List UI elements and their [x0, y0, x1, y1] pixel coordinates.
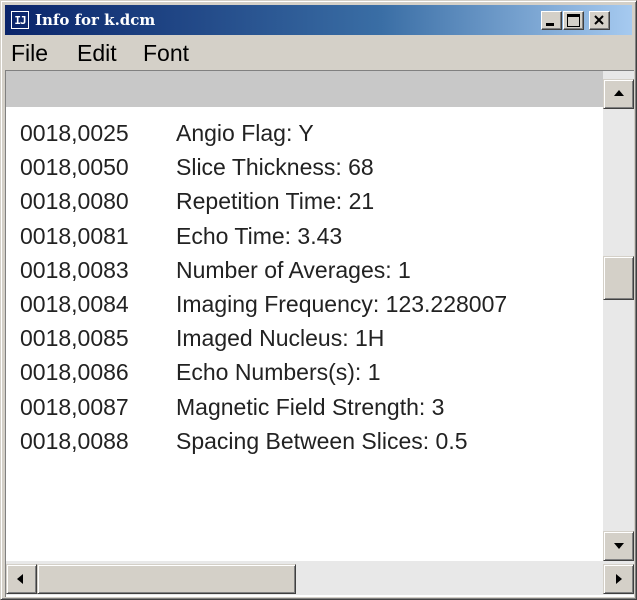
- dicom-tag: 0018,0083: [20, 256, 129, 283]
- scroll-up-button[interactable]: [603, 79, 634, 109]
- dicom-value: Spacing Between Slices: 0.5: [176, 427, 468, 454]
- arrow-up-icon: [614, 90, 624, 96]
- horizontal-scroll-thumb[interactable]: [37, 564, 296, 594]
- list-item[interactable]: 0018,0084 Imaging Frequency: 123.228007: [6, 287, 603, 321]
- close-button[interactable]: [589, 11, 610, 30]
- dicom-value: Slice Thickness: 68: [176, 154, 374, 181]
- dicom-tag: 0018,0025: [20, 120, 129, 146]
- arrow-left-icon: [17, 574, 23, 584]
- dicom-tag: 0018,0050: [20, 154, 129, 181]
- dicom-tag: 0018,0081: [20, 222, 129, 249]
- list-item[interactable]: 0018,0025 Angio Flag: Y: [6, 116, 603, 150]
- dicom-tag: 0018,0084: [20, 290, 129, 317]
- menu-bar: File Edit Font: [5, 37, 632, 67]
- list-item[interactable]: 0018,0080 Repetition Time: 21: [6, 184, 603, 218]
- arrow-down-icon: [614, 543, 624, 549]
- horizontal-scrollbar[interactable]: [6, 561, 634, 595]
- dicom-value: Echo Numbers(s): 1: [176, 359, 381, 386]
- scroll-left-button[interactable]: [6, 564, 37, 594]
- imagej-app-icon: IJ: [11, 11, 29, 29]
- vertical-scroll-thumb[interactable]: [603, 256, 634, 300]
- dicom-value: Imaged Nucleus: 1H: [176, 325, 385, 352]
- info-window: IJ Info for k.dcm File Edit Font 0018,00…: [0, 0, 637, 600]
- vertical-scrollbar[interactable]: [603, 71, 634, 561]
- list-item[interactable]: 0018,0085 Imaged Nucleus: 1H: [6, 321, 603, 355]
- menu-font[interactable]: Font: [143, 40, 189, 67]
- dicom-value: Angio Flag: Y: [176, 120, 314, 146]
- dicom-tag: 0018,0085: [20, 325, 129, 352]
- dicom-tag: 0018,0088: [20, 427, 129, 454]
- info-list-panel: 0018,0025 Angio Flag: Y 0018,0050 Slice …: [5, 70, 634, 597]
- dicom-tag: 0018,0080: [20, 188, 129, 215]
- dicom-value: Number of Averages: 1: [176, 256, 411, 283]
- dicom-tag-list: 0018,0025 Angio Flag: Y 0018,0050 Slice …: [6, 116, 603, 458]
- list-item[interactable]: 0018,0083 Number of Averages: 1: [6, 253, 603, 287]
- arrow-right-icon: [616, 574, 622, 584]
- list-header: [6, 71, 603, 107]
- close-icon: [594, 15, 604, 25]
- scroll-right-button[interactable]: [603, 564, 634, 594]
- window-title: Info for k.dcm: [35, 11, 156, 29]
- list-item[interactable]: 0018,0086 Echo Numbers(s): 1: [6, 355, 603, 389]
- scroll-down-button[interactable]: [603, 531, 634, 561]
- title-bar[interactable]: IJ Info for k.dcm: [5, 5, 632, 35]
- dicom-tag: 0018,0087: [20, 393, 129, 420]
- minimize-button[interactable]: [541, 11, 562, 30]
- list-item[interactable]: 0018,0088 Spacing Between Slices: 0.5: [6, 424, 603, 458]
- dicom-value: Echo Time: 3.43: [176, 222, 343, 249]
- dicom-value: Imaging Frequency: 123.228007: [176, 290, 508, 317]
- maximize-button[interactable]: [563, 11, 584, 30]
- menu-file[interactable]: File: [11, 40, 48, 67]
- list-item[interactable]: 0018,0087 Magnetic Field Strength: 3: [6, 390, 603, 424]
- menu-edit[interactable]: Edit: [77, 40, 117, 67]
- dicom-value: Magnetic Field Strength: 3: [176, 393, 445, 420]
- list-item[interactable]: 0018,0050 Slice Thickness: 68: [6, 150, 603, 184]
- list-item[interactable]: 0018,0081 Echo Time: 3.43: [6, 219, 603, 253]
- dicom-value: Repetition Time: 21: [176, 188, 375, 215]
- dicom-tag: 0018,0086: [20, 359, 129, 386]
